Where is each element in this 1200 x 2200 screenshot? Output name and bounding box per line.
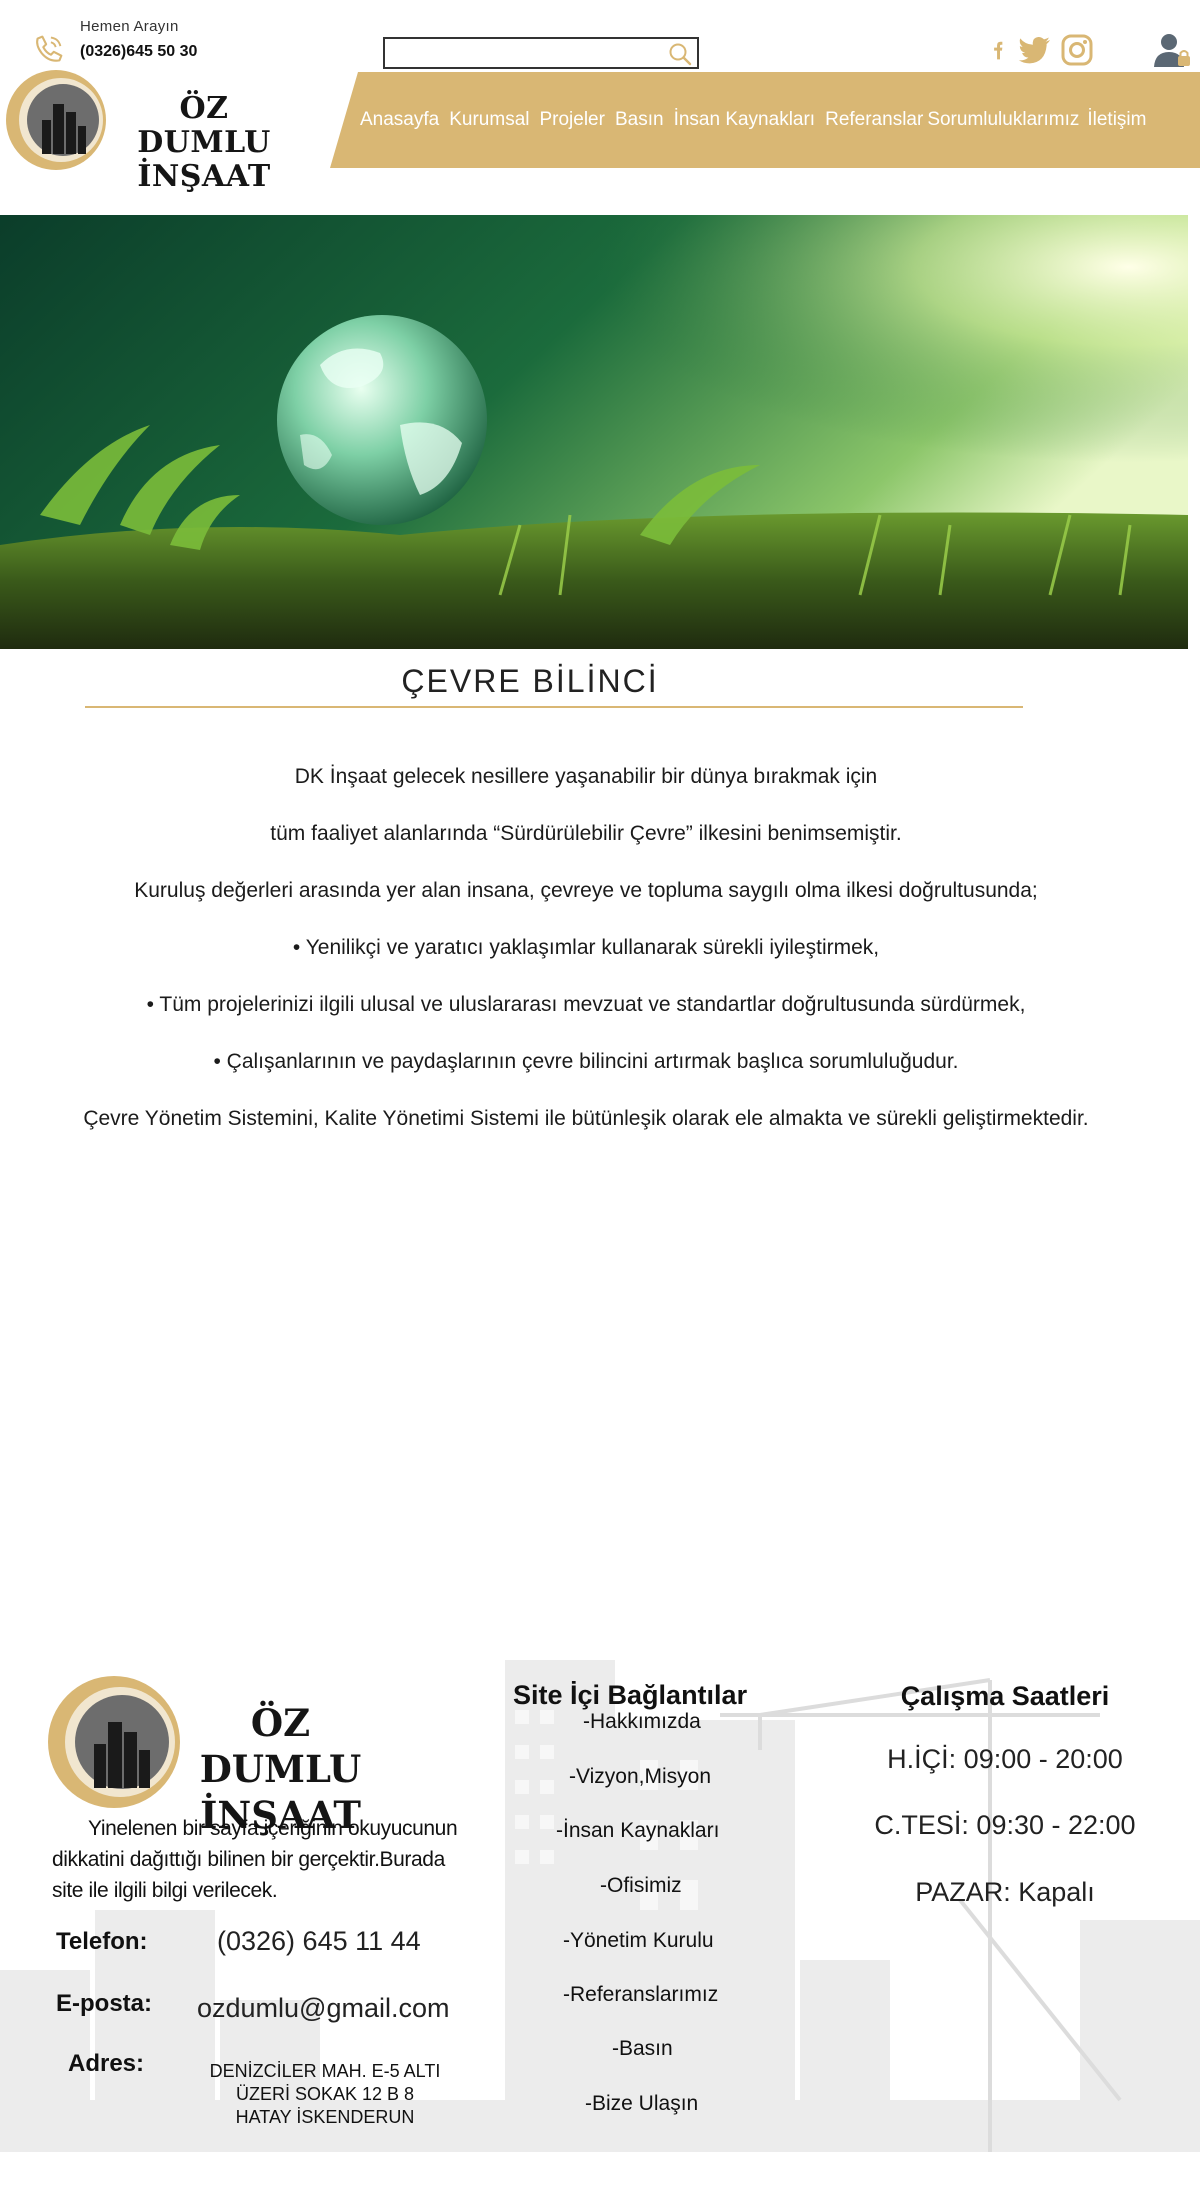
footer-link-bize-ulasin[interactable]: -Bize Ulaşın xyxy=(585,2092,698,2116)
content-paragraph: DK İnşaat gelecek nesillere yaşanabilir … xyxy=(294,765,878,788)
nav-insan-kaynaklari[interactable]: İnsan Kaynakları xyxy=(674,109,816,131)
phone-icon xyxy=(36,35,63,62)
hours-saturday: C.TESİ: 09:30 - 22:00 xyxy=(874,1810,1136,1840)
search-box xyxy=(383,37,699,69)
nav-basin[interactable]: Basın xyxy=(615,109,664,131)
footer-link-ofisimiz[interactable]: -Ofisimiz xyxy=(600,1874,682,1898)
logo-text: ÖZ DUMLU İNŞAAT xyxy=(137,91,271,194)
main-nav: Anasayfa Kurumsal Projeler Basın İnsan K… xyxy=(330,72,1200,168)
search-input[interactable] xyxy=(385,39,655,67)
logo-emblem xyxy=(6,70,106,170)
facebook-icon[interactable] xyxy=(990,33,1010,67)
footer-logo-emblem xyxy=(48,1676,180,1808)
nav-projeler[interactable]: Projeler xyxy=(539,109,604,131)
footer-link-insan-kaynaklari[interactable]: -İnsan Kaynakları xyxy=(556,1819,719,1843)
content-bullet: • Yenilikçi ve yaratıcı yaklaşımlar kull… xyxy=(292,936,880,959)
content-body: DK İnşaat gelecek nesillere yaşanabilir … xyxy=(0,748,1172,1147)
footer-link-yonetim-kurulu[interactable]: -Yönetim Kurulu xyxy=(563,1929,714,1953)
footer-description: Yinelenen bir sayfa içeriğinin okuyucunu… xyxy=(52,1817,458,1902)
call-number[interactable]: (0326)645 50 30 xyxy=(80,43,197,61)
twitter-icon[interactable] xyxy=(1018,33,1052,67)
email-label: E-posta: xyxy=(56,1990,152,2017)
hours-sunday: PAZAR: Kapalı xyxy=(915,1877,1095,1907)
hours-title: Çalışma Saatleri xyxy=(900,1681,1110,1711)
footer-link-referanslarimiz[interactable]: -Referanslarımız xyxy=(563,1983,718,2007)
site-footer: ÖZ DUMLU İNŞAAT Yinelenen bir sayfa içer… xyxy=(0,1660,1200,2152)
nav-sorumluluklarimiz[interactable]: Sorumluluklarımız xyxy=(927,109,1079,131)
nav-anasayfa[interactable]: Anasayfa xyxy=(360,109,439,131)
call-box: Hemen Arayın (0326)645 50 30 xyxy=(30,18,197,68)
footer-link-basin[interactable]: -Basın xyxy=(612,2037,673,2061)
search-icon[interactable] xyxy=(667,41,693,67)
nav-referanslar[interactable]: Referanslar xyxy=(825,109,923,131)
phone-label: Telefon: xyxy=(56,1928,148,1955)
links-title: Site İçi Bağlantılar xyxy=(513,1680,748,1710)
hours-weekday: H.İÇİ: 09:00 - 20:00 xyxy=(887,1744,1123,1774)
email-value[interactable]: ozdumlu@gmail.com xyxy=(197,1993,450,2024)
nav-kurumsal[interactable]: Kurumsal xyxy=(449,109,529,131)
content-bullet: • Çalışanlarının ve paydaşlarının çevre … xyxy=(213,1050,959,1073)
title-divider xyxy=(85,706,1023,708)
site-logo[interactable]: ÖZ DUMLU İNŞAAT xyxy=(0,68,290,194)
content-paragraph: Kuruluş değerleri arasında yer alan insa… xyxy=(134,879,1038,902)
nav-iletisim[interactable]: İletişim xyxy=(1087,109,1146,131)
address-value: DENİZCİLER MAH. E-5 ALTI ÜZERİ SOKAK 12 … xyxy=(209,2061,441,2127)
site-header: Hemen Arayın (0326)645 50 30 ÖZ DUMLU İN… xyxy=(0,0,1200,194)
instagram-icon[interactable] xyxy=(1060,33,1094,67)
user-icon[interactable] xyxy=(1152,30,1192,70)
hero-banner-image xyxy=(0,215,1188,649)
address-label: Adres: xyxy=(68,2050,145,2077)
footer-link-vizyon-misyon[interactable]: -Vizyon,Misyon xyxy=(569,1765,711,1789)
footer-logo[interactable]: ÖZ DUMLU İNŞAAT xyxy=(48,1674,378,1837)
social-links xyxy=(990,33,1094,67)
footer-link-hakkimizda[interactable]: -Hakkımızda xyxy=(583,1710,701,1734)
content-paragraph: Çevre Yönetim Sistemini, Kalite Yönetimi… xyxy=(83,1107,1089,1130)
call-label: Hemen Arayın xyxy=(80,18,179,35)
content-bullet: • Tüm projelerinizi ilgili ulusal ve ulu… xyxy=(146,993,1026,1016)
page-title: ÇEVRE BİLİNCİ xyxy=(401,663,659,699)
content-paragraph: tüm faaliyet alanlarında “Sürdürülebilir… xyxy=(270,822,902,845)
phone-value[interactable]: (0326) 645 11 44 xyxy=(217,1926,421,1957)
